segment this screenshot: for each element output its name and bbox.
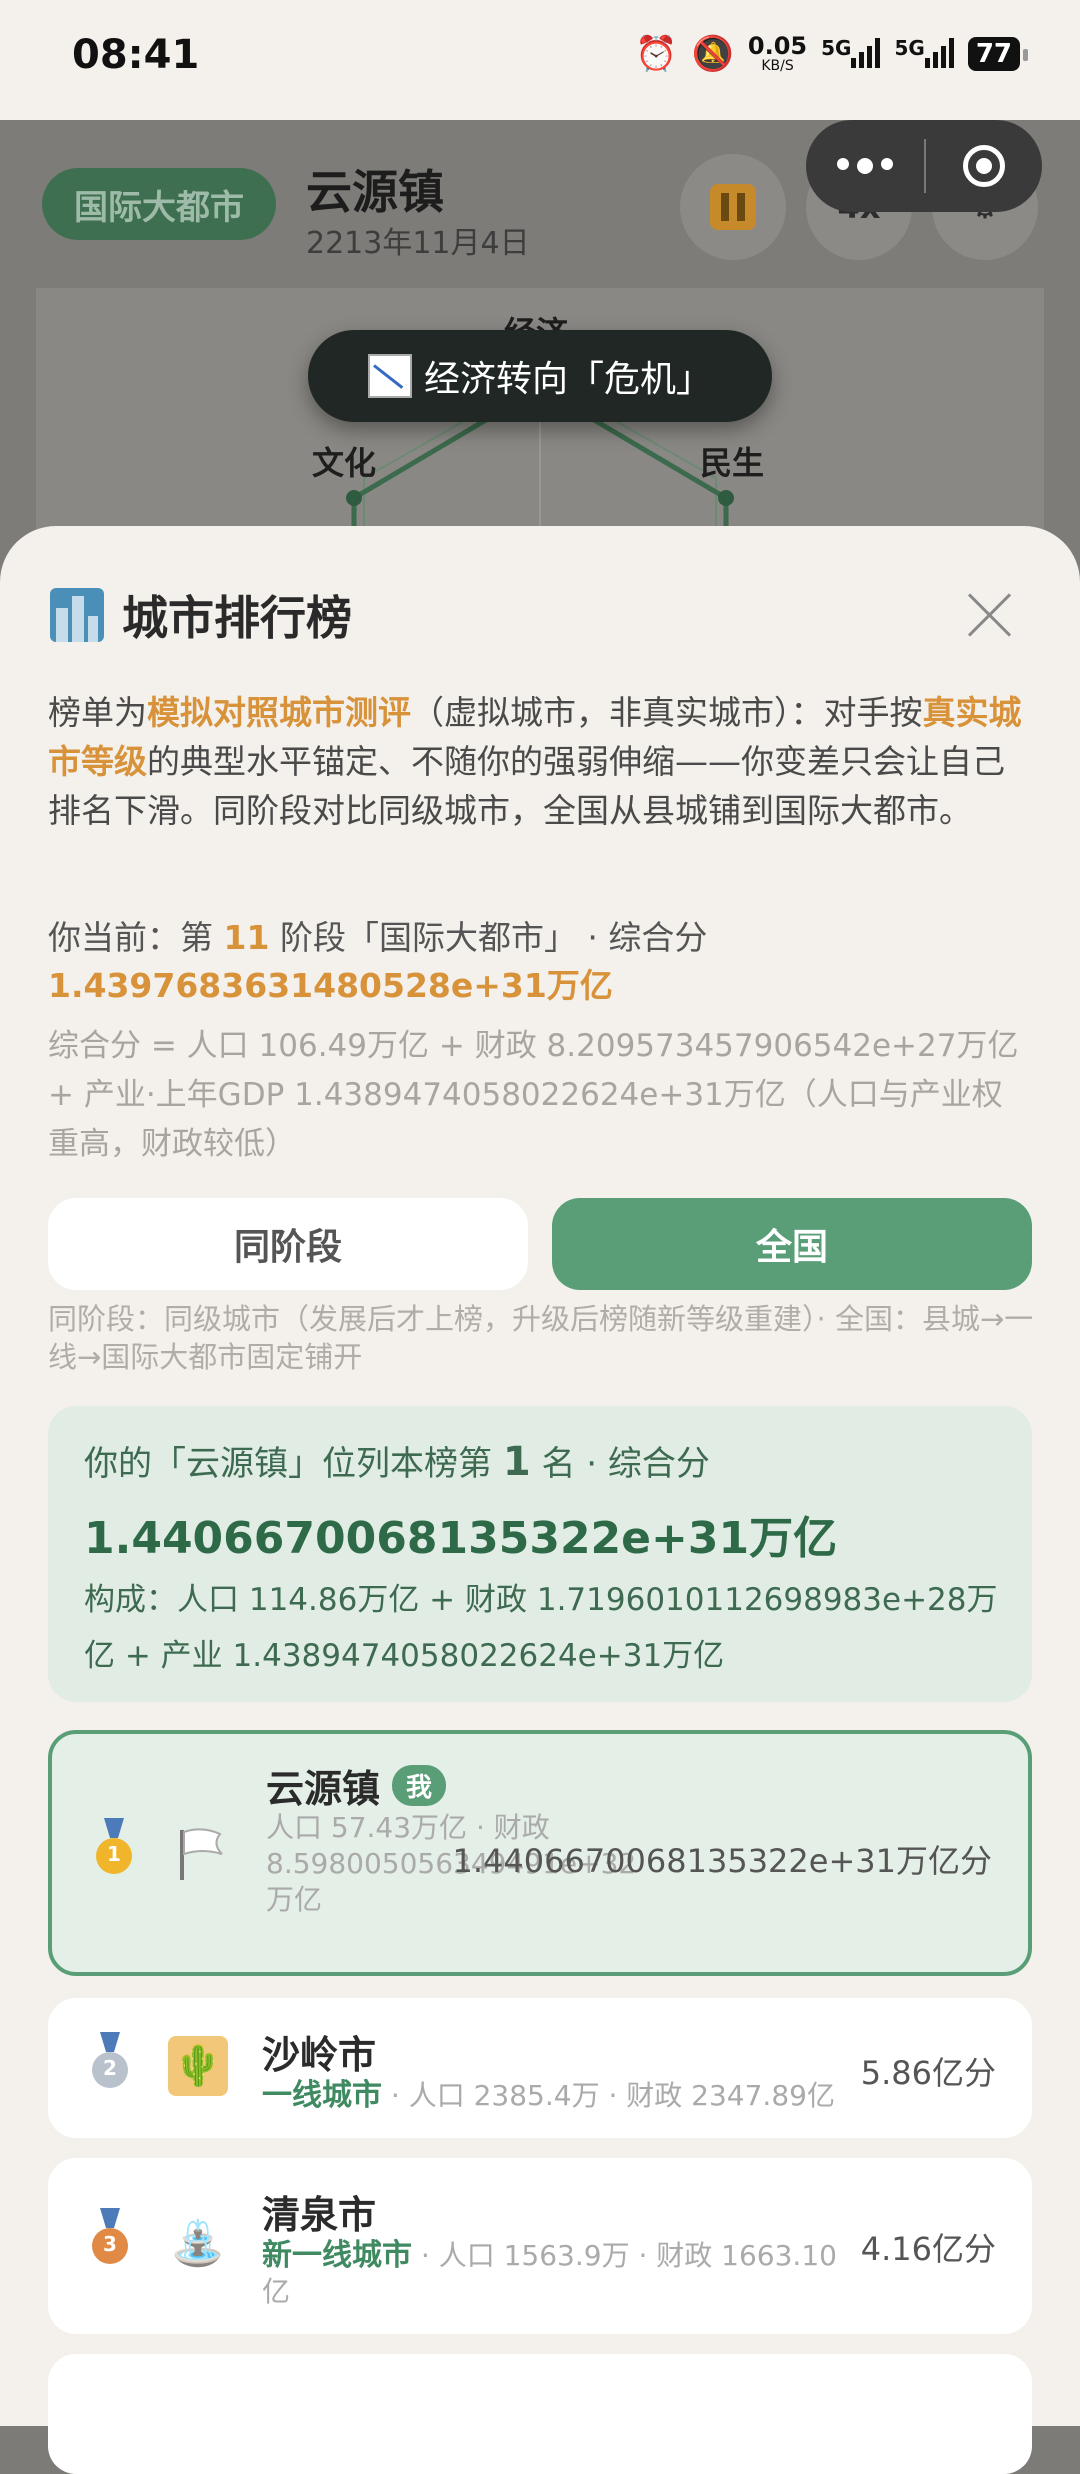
city-name: 云源镇 bbox=[306, 165, 444, 219]
current-score: 1.439768363148052​8e+31万亿 bbox=[48, 966, 613, 1005]
more-icon[interactable] bbox=[806, 158, 924, 174]
city-building-icon bbox=[50, 588, 104, 642]
my-rank-card: 你的「云源镇」位列本榜第 1 名 · 综合分 1.440667006813532… bbox=[48, 1406, 1032, 1702]
ranking-row-me[interactable]: 1 云源镇 我 人口 57.43万亿 · 财政 8.59800505634949… bbox=[48, 1730, 1032, 1976]
tab-same-stage[interactable]: 同阶段 bbox=[48, 1198, 528, 1290]
game-date: 2213年11月4日 bbox=[306, 226, 530, 261]
score-formula: 综合分 = 人口 106.49万亿 + 财政 8.209573457906542… bbox=[48, 1028, 1019, 1162]
alarm-icon: ⏰ bbox=[635, 34, 678, 74]
pause-button[interactable] bbox=[680, 154, 786, 260]
row-score: 1.4406670068135322e+31万亿分 bbox=[452, 1842, 992, 1880]
ranking-row[interactable]: 2 🌵 沙岭市 一线城市 · 人口 2385.4万 · 财政 2347.89亿 … bbox=[48, 1998, 1032, 2138]
row-tier: 一线城市 bbox=[262, 2078, 382, 2113]
row-city-name: 沙岭市 bbox=[262, 2033, 377, 2077]
network-speed: 0.05 KB/S bbox=[747, 32, 808, 74]
chart-decreasing-icon bbox=[367, 354, 412, 398]
row-meta: 一线城市 · 人口 2385.4万 · 财政 2347.89亿 bbox=[262, 2078, 835, 2113]
gold-medal-icon: 1 bbox=[96, 1838, 132, 1874]
close-icon[interactable] bbox=[966, 590, 1014, 638]
battery-icon: 77 bbox=[967, 37, 1029, 71]
row-meta: 新一线城市 · 人口 1563.9万 · 财政 1663.10亿 bbox=[262, 2238, 837, 2308]
white-flag-icon bbox=[172, 1824, 232, 1884]
miniprogram-capsule bbox=[806, 120, 1042, 212]
my-rank-composition: 构成：人口 114.86万亿 + 财政 1.7196010112698983e+… bbox=[84, 1582, 998, 1674]
my-rank-line: 你的「云源镇」位列本榜第 1 名 · 综合分 bbox=[84, 1439, 710, 1485]
pause-icon bbox=[710, 184, 756, 230]
radar-label-livelihood: 民生 bbox=[700, 444, 765, 482]
desert-cactus-icon: 🌵 bbox=[168, 2036, 228, 2096]
city-tier-badge[interactable]: 国际大都市 bbox=[42, 168, 276, 240]
row-city-name: 云源镇 我 bbox=[266, 1758, 447, 1813]
status-icons: ⏰ 🔕 0.05 KB/S 5G 5G 77 bbox=[635, 32, 1029, 74]
silver-medal-icon: 2 bbox=[92, 2052, 128, 2088]
my-rank-number: 1 bbox=[502, 1439, 531, 1485]
bronze-medal-icon: 3 bbox=[92, 2228, 128, 2264]
radar-label-culture: 文化 bbox=[312, 444, 377, 482]
my-rank-score: 1.4406670068135322e+31万亿 bbox=[84, 1513, 838, 1564]
row-city-name: 清泉市 bbox=[262, 2193, 377, 2237]
tab-note: 同阶段：同级城市（发展后才上榜，升级后榜随新等级重建）· 全国：县城→一线→国际… bbox=[48, 1302, 1034, 1374]
signal-icon-2: 5G bbox=[894, 36, 954, 72]
intro-text: 榜单为模拟对照城市测评（虚拟城市，非真实城市）：对手按真实城市等级的典型水平锚定… bbox=[48, 693, 1022, 830]
me-badge: 我 bbox=[392, 1765, 447, 1806]
economy-toast: 经济转向「危机」 bbox=[308, 330, 772, 422]
tab-national[interactable]: 全国 bbox=[552, 1198, 1032, 1290]
sheet-header: 城市排行榜 bbox=[50, 582, 352, 648]
fountain-icon: ⛲ bbox=[170, 2218, 226, 2269]
mute-bell-icon: 🔕 bbox=[691, 34, 734, 74]
row-score: 5.86亿分 bbox=[860, 2054, 996, 2092]
close-miniprogram-icon[interactable] bbox=[926, 145, 1042, 187]
toast-text: 经济转向「危机」 bbox=[423, 359, 712, 400]
status-time: 08:41 bbox=[72, 32, 200, 78]
stage-number: 11 bbox=[223, 918, 270, 957]
row-tier: 新一线城市 bbox=[262, 2238, 412, 2273]
sheet-title: 城市排行榜 bbox=[122, 591, 352, 645]
ranking-row[interactable]: 3 ⛲ 清泉市 新一线城市 · 人口 1563.9万 · 财政 1663.10亿… bbox=[48, 2158, 1032, 2334]
status-bar: 08:41 ⏰ 🔕 0.05 KB/S 5G 5G 77 bbox=[0, 0, 1080, 120]
ranking-tabs: 同阶段 全国 bbox=[48, 1198, 1032, 1290]
current-stage-info: 你当前：第 11 阶段「国际大都市」 · 综合分 1.4397683631480… bbox=[48, 918, 708, 1005]
signal-icon-1: 5G bbox=[821, 36, 881, 72]
ranking-row-partial[interactable] bbox=[48, 2354, 1032, 2474]
ranking-sheet: 城市排行榜 榜单为模拟对照城市测评（虚拟城市，非真实城市）：对手按真实城市等级的… bbox=[0, 526, 1080, 2474]
row-score: 4.16亿分 bbox=[860, 2230, 996, 2268]
